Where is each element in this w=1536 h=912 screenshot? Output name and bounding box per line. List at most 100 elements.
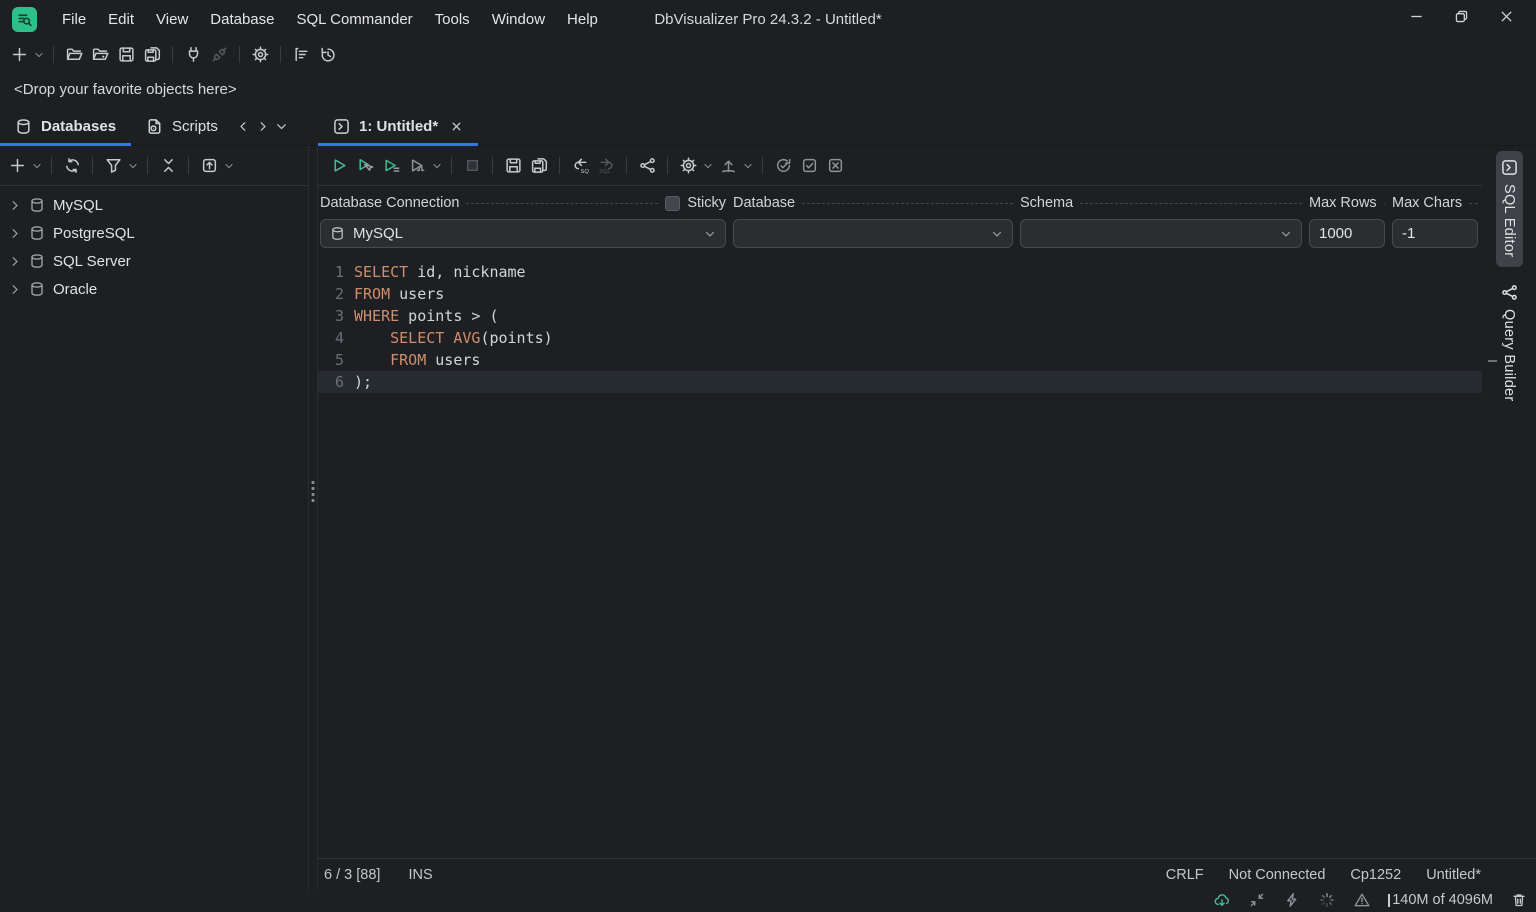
chevron-right-icon[interactable] [8, 199, 21, 212]
tree-item-label: MySQL [53, 196, 104, 214]
max-chars-input[interactable] [1392, 219, 1478, 248]
sql-text: id, nickname [408, 263, 526, 281]
menu-database[interactable]: Database [199, 11, 285, 28]
collapse-vert-icon[interactable] [155, 153, 181, 179]
chevron-down-icon[interactable] [741, 153, 755, 179]
code-line[interactable]: 5 FROM users [318, 349, 1482, 371]
bolt-icon[interactable] [1283, 891, 1301, 909]
arrow-up-curve-icon[interactable] [715, 153, 741, 179]
menu-sql-commander[interactable]: SQL Commander [286, 11, 424, 28]
group-line [466, 203, 659, 204]
max-chars-label: Max Chars [1392, 195, 1463, 211]
connection-value: MySQL [353, 225, 404, 242]
sql-editor[interactable]: 1 SELECT id, nickname 2 FROM users 3 WHERE po… [318, 258, 1482, 858]
tab-scripts[interactable]: Scripts [131, 108, 233, 145]
memory-indicator[interactable]: 140M of 4096M [1388, 892, 1493, 908]
code-line[interactable]: 4 SELECT AVG (points) [318, 327, 1482, 349]
favorites-bar[interactable]: <Drop your favorite objects here> [0, 71, 1536, 108]
database-select[interactable] [733, 219, 1013, 248]
code-line[interactable]: 3 WHERE points > ( [318, 305, 1482, 327]
cloud-down-icon[interactable] [1213, 891, 1231, 909]
gear-icon[interactable] [247, 42, 273, 68]
chevron-right-icon[interactable] [8, 227, 21, 240]
tab-query-builder[interactable]: Query Builder [1496, 276, 1523, 412]
chevron-down-icon[interactable] [126, 153, 140, 179]
line-number: 3 [334, 307, 344, 325]
plug-icon[interactable] [180, 42, 206, 68]
spinner-icon[interactable] [1318, 891, 1336, 909]
play-list-icon[interactable] [378, 153, 404, 179]
funnel-icon[interactable] [100, 153, 126, 179]
panel-splitter[interactable] [308, 146, 318, 890]
tree-item-sql-server[interactable]: SQL Server [0, 247, 308, 275]
code-line[interactable]: 6); [318, 371, 1482, 393]
chevron-down-icon[interactable] [430, 153, 444, 179]
restore-icon[interactable] [1454, 9, 1469, 29]
validate-icon[interactable] [770, 153, 796, 179]
chevron-down-icon[interactable] [222, 153, 236, 179]
tab-sql-editor[interactable]: SQL Editor [1495, 151, 1523, 268]
schema-select[interactable] [1020, 219, 1302, 248]
menu-view[interactable]: View [145, 11, 199, 28]
max-rows-input[interactable] [1309, 219, 1385, 248]
tree-item-postgresql[interactable]: PostgreSQL [0, 219, 308, 247]
menu-help[interactable]: Help [556, 11, 609, 28]
chevron-down-icon[interactable] [32, 42, 46, 68]
insert-mode: INS [408, 866, 433, 883]
folder-open-dot-icon[interactable] [87, 42, 113, 68]
window-controls [1409, 9, 1526, 29]
chevron-down-icon[interactable] [701, 153, 715, 179]
chevron-down-icon[interactable] [275, 120, 288, 133]
tab-editor-untitled[interactable]: 1: Untitled* [318, 108, 479, 146]
code-line[interactable]: 2 FROM users [318, 283, 1482, 305]
menu-tools[interactable]: Tools [424, 11, 481, 28]
tab-databases[interactable]: Databases [0, 108, 132, 146]
collapse-diag-icon[interactable] [1248, 891, 1266, 909]
chevron-right-icon[interactable] [8, 255, 21, 268]
plus-icon[interactable] [6, 42, 32, 68]
close-icon[interactable] [1499, 9, 1514, 29]
save-as-icon[interactable] [526, 153, 552, 179]
menu-edit[interactable]: Edit [97, 11, 145, 28]
play-cursor-icon[interactable] [352, 153, 378, 179]
memory-usage: 140M of 4096M [1392, 892, 1493, 908]
share-nodes-icon[interactable] [634, 153, 660, 179]
line-number: 4 [334, 329, 344, 347]
x-square-icon[interactable] [822, 153, 848, 179]
save-icon[interactable] [500, 153, 526, 179]
gear-icon[interactable] [675, 153, 701, 179]
sticky-checkbox[interactable] [665, 195, 681, 211]
code-line[interactable]: 1 SELECT id, nickname [318, 261, 1482, 283]
tab-sql-editor-label: SQL Editor [1501, 184, 1517, 258]
chevron-left-icon[interactable] [237, 120, 250, 133]
sql-undo-icon[interactable]: SQL [567, 153, 593, 179]
export-box-icon[interactable] [196, 153, 222, 179]
clock-history-icon[interactable] [314, 42, 340, 68]
folder-open-icon[interactable] [61, 42, 87, 68]
menu-window[interactable]: Window [481, 11, 556, 28]
chevron-right-icon[interactable] [256, 120, 269, 133]
play-icon[interactable] [326, 153, 352, 179]
chevron-down-icon[interactable] [30, 153, 44, 179]
tree-item-mysql[interactable]: MySQL [0, 191, 308, 219]
tree-item-oracle[interactable]: Oracle [0, 275, 308, 303]
group-line [1383, 203, 1385, 204]
trash-icon[interactable] [1510, 891, 1528, 909]
tab-query-builder-label: Query Builder [1501, 309, 1517, 402]
plus-icon[interactable] [4, 153, 30, 179]
chart-icon[interactable] [288, 42, 314, 68]
save-icon[interactable] [113, 42, 139, 68]
splitter-grip-icon[interactable] [311, 480, 315, 502]
warn-icon[interactable] [1353, 891, 1371, 909]
save-as-icon[interactable] [139, 42, 165, 68]
connection-select[interactable]: MySQL [320, 219, 726, 248]
check-square-icon[interactable] [796, 153, 822, 179]
chevron-right-icon[interactable] [8, 283, 21, 296]
minimize-icon[interactable] [1409, 9, 1424, 29]
menu-file[interactable]: File [51, 11, 97, 28]
group-line [1469, 203, 1478, 204]
tab-close-icon[interactable] [450, 120, 463, 133]
sql-text: (points) [480, 329, 553, 347]
refresh-icon[interactable] [59, 153, 85, 179]
play-wave-icon[interactable] [404, 153, 430, 179]
